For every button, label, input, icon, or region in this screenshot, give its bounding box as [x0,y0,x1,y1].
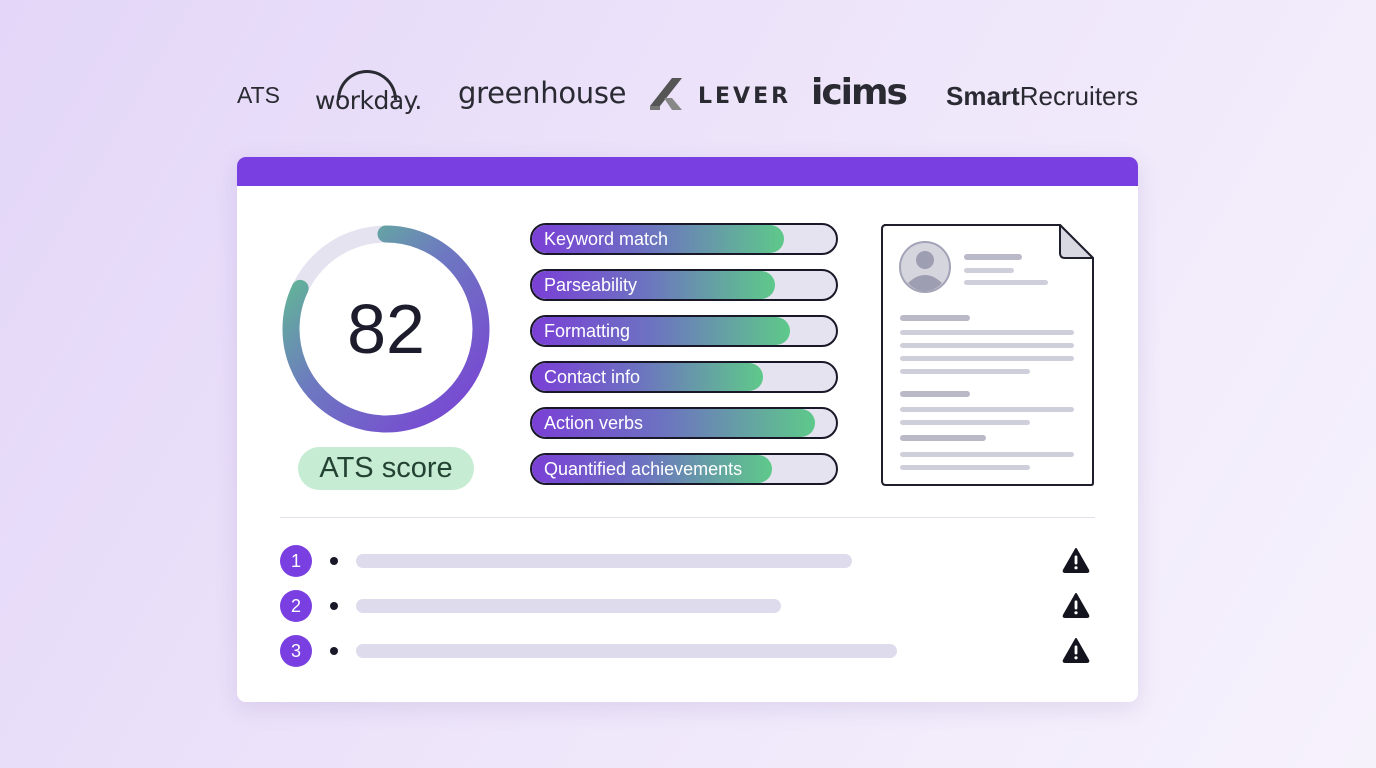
warning-icon [1062,593,1090,618]
metric-bar-quantified-achievements: Quantified achievements [530,453,838,485]
workday-logo: workday. [315,68,425,124]
issue-number-badge: 1 [280,545,312,577]
score-value: 82 [347,290,425,368]
greenhouse-logo: greenhouse [458,76,627,110]
metric-label: Keyword match [544,229,669,249]
issue-item: 1 [280,545,1095,577]
issue-number-badge: 3 [280,635,312,667]
smartrecruiters-rest: Recruiters [1019,81,1139,111]
metric-bar-formatting: Formatting [530,315,838,347]
issue-number-badge: 2 [280,590,312,622]
metric-label: Contact info [544,367,641,387]
issue-item: 3 [280,635,1095,667]
ats-logo-row: ATS workday. greenhouse LEVER icims Smar… [0,60,1376,132]
card-header-bar [237,157,1138,186]
metric-label: Action verbs [544,413,644,433]
avatar-icon [899,241,951,293]
bullet-dot [330,602,338,610]
metric-label: Formatting [544,321,631,341]
bullet-dot [330,647,338,655]
icims-logo: icims [811,72,908,113]
metric-bar-parseability: Parseability [530,269,838,301]
metric-label: Parseability [544,275,638,295]
lever-wordmark: LEVER [698,84,792,109]
smartrecruiters-logo: SmartRecruiters [946,81,1138,112]
issue-text-placeholder [356,554,852,568]
metric-bar-contact-info: Contact info [530,361,838,393]
warning-icon [1062,548,1090,573]
issue-item: 2 [280,590,1095,622]
warning-icon [1062,638,1090,663]
ats-score-badge: ATS score [298,447,474,490]
ats-score-card: 82 ATS score Keyword match Parseability … [237,157,1138,702]
issue-text-placeholder [356,644,897,658]
issue-text-placeholder [356,599,781,613]
resume-document-icon [881,224,1094,486]
workday-wordmark: workday. [315,86,422,115]
ats-label: ATS [237,82,281,108]
metric-label: Quantified achievements [544,459,743,479]
metric-bar-action-verbs: Action verbs [530,407,838,439]
metric-bar-keyword-match: Keyword match [530,223,838,255]
bullet-dot [330,557,338,565]
section-divider [280,517,1095,518]
smartrecruiters-bold: Smart [946,81,1020,111]
lever-mark-icon [650,78,682,110]
